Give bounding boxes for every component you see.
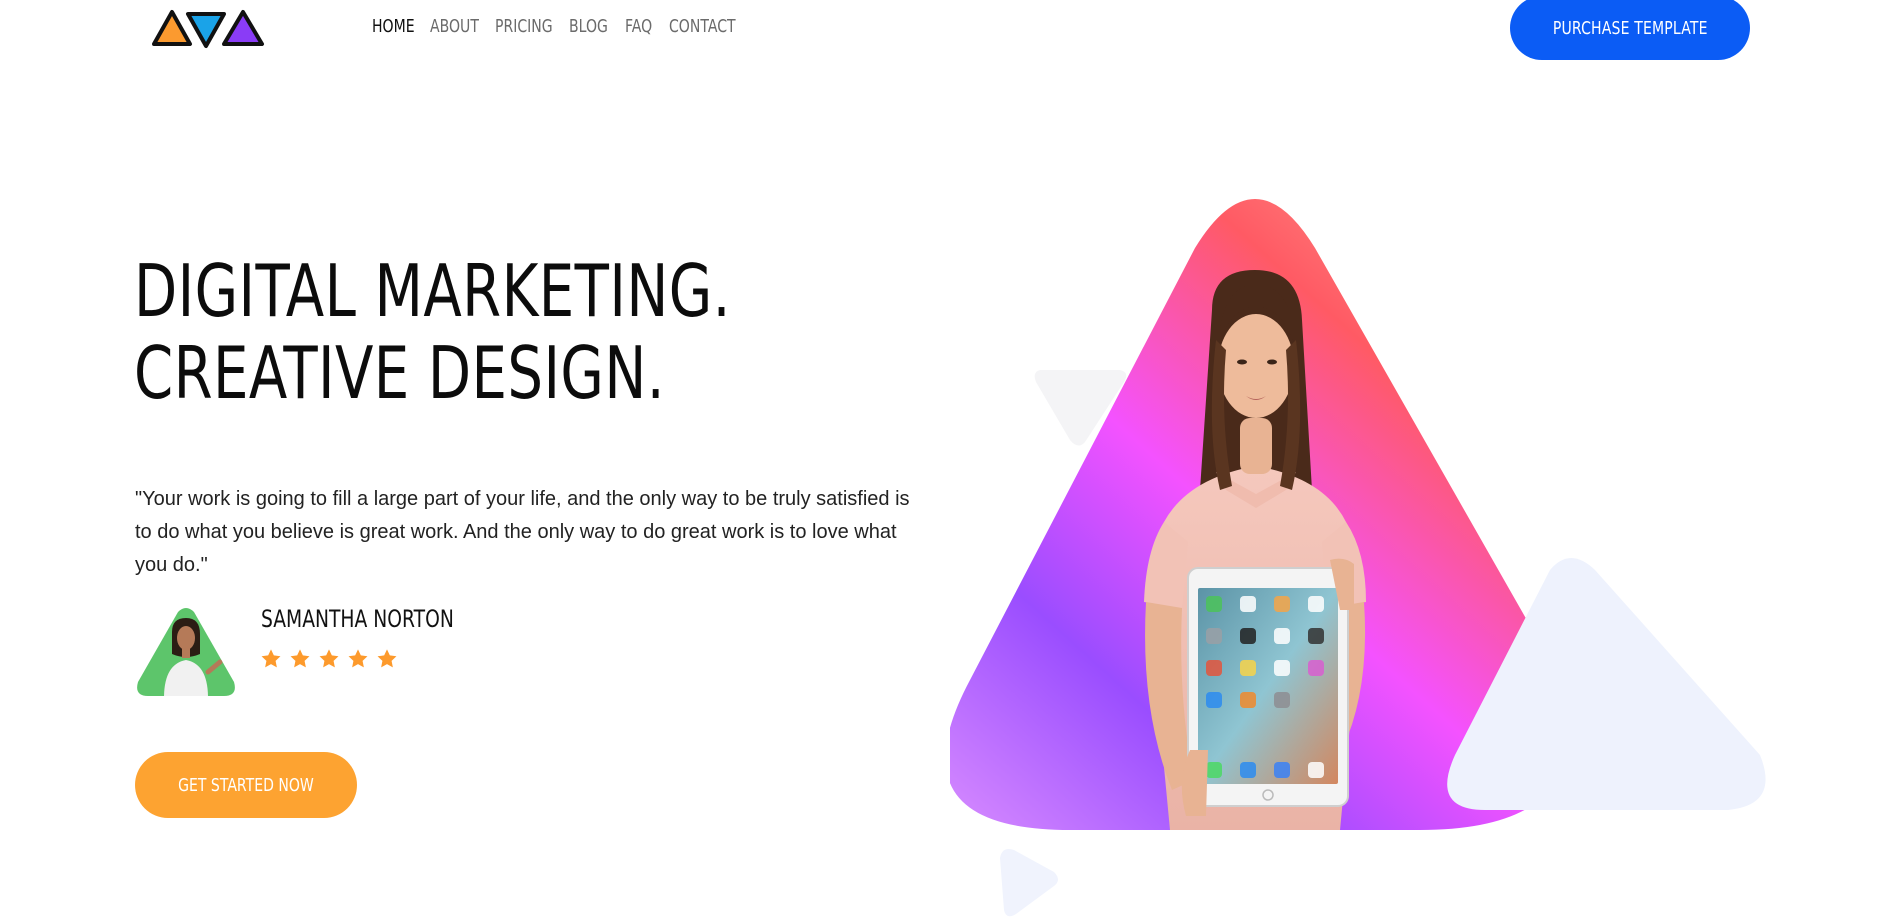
brand-logo[interactable]: [150, 6, 268, 50]
logo-blue-triangle: [186, 12, 226, 48]
star-icon: [377, 649, 397, 668]
purchase-template-button[interactable]: PURCHASE TEMPLATE: [1510, 0, 1750, 60]
star-icon: [348, 649, 368, 668]
logo-purple-triangle: [222, 10, 264, 46]
star-icon: [319, 649, 339, 668]
star-icon: [261, 649, 281, 668]
nav-faq[interactable]: FAQ: [625, 15, 652, 39]
nav-pricing[interactable]: PRICING: [495, 15, 553, 39]
hero-headline: DIGITAL MARKETING. CREATIVE DESIGN.: [134, 250, 731, 414]
headline-line-1: DIGITAL MARKETING.: [134, 249, 731, 333]
get-started-button[interactable]: GET STARTED NOW: [135, 752, 357, 818]
hero-illustration: [950, 199, 1766, 917]
author-name: SAMANTHA NORTON: [261, 605, 454, 633]
purchase-template-label: PURCHASE TEMPLATE: [1552, 17, 1708, 39]
rating-stars: [260, 648, 398, 670]
headline-line-2: CREATIVE DESIGN.: [134, 331, 665, 415]
testimonial-quote: "Your work is going to fill a large part…: [135, 488, 910, 576]
nav-contact[interactable]: CONTACT: [669, 15, 736, 39]
author-avatar: [137, 608, 235, 696]
nav-about[interactable]: ABOUT: [430, 15, 479, 39]
deco-triangle-light: [1000, 849, 1058, 917]
nav-home[interactable]: HOME: [372, 15, 415, 39]
star-icon: [290, 649, 310, 668]
get-started-label: GET STARTED NOW: [178, 774, 314, 796]
logo-orange-triangle: [152, 10, 192, 46]
nav-blog[interactable]: BLOG: [569, 15, 608, 39]
tablet-device: [1181, 558, 1354, 816]
